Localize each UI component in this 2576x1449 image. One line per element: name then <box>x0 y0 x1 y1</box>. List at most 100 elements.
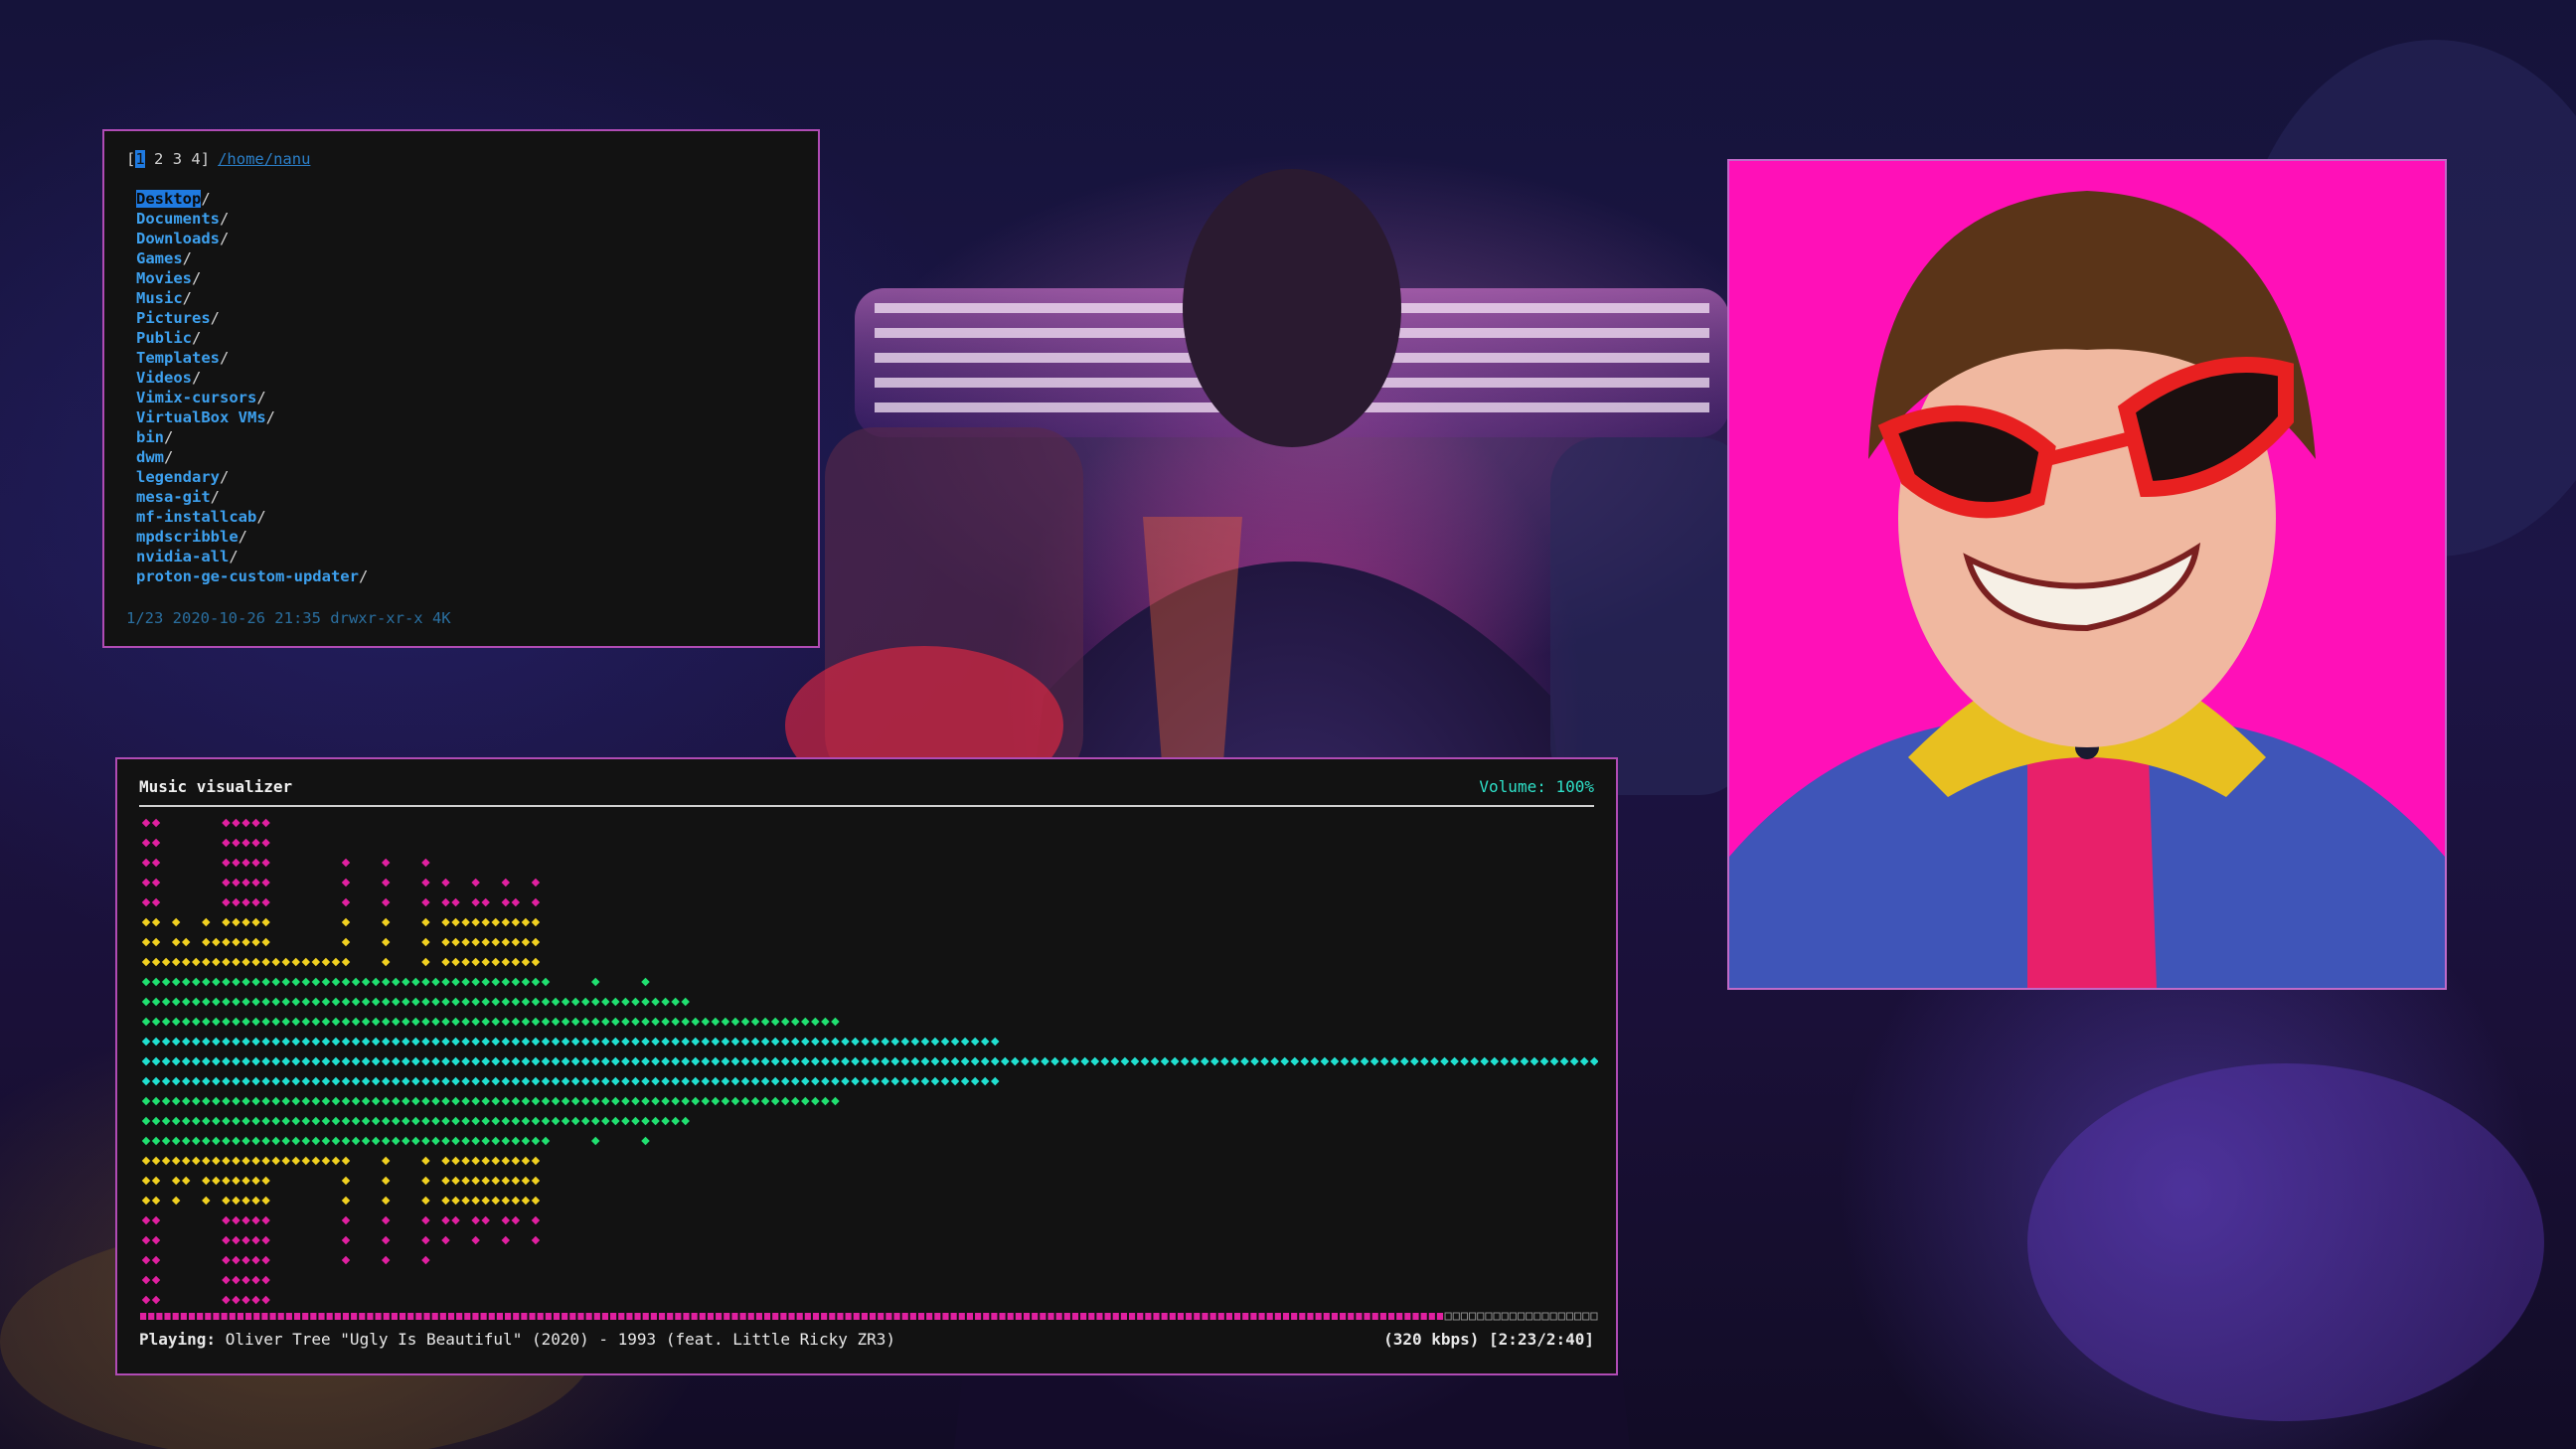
volume-indicator[interactable]: Volume: 100% <box>1479 777 1594 801</box>
directory-entry[interactable]: bin/ <box>136 427 796 447</box>
directory-entry[interactable]: Desktop/ <box>136 189 796 209</box>
spectrum-dot <box>381 1037 391 1046</box>
directory-entry[interactable]: Vimix-cursors/ <box>136 388 796 407</box>
directory-entry[interactable]: legendary/ <box>136 467 796 487</box>
tab-bar: [1 2 3 4]/home/nanu <box>126 150 311 168</box>
spectrum-dot <box>331 1136 341 1146</box>
progress-filled-cell <box>1063 1313 1070 1320</box>
progress-filled-cell <box>439 1313 446 1320</box>
spectrum-dot <box>481 1056 490 1066</box>
spectrum-dot <box>521 997 531 1007</box>
directory-entry[interactable]: Downloads/ <box>136 229 796 248</box>
spectrum-dot <box>402 1056 410 1066</box>
spectrum-dot <box>501 1176 511 1186</box>
spectrum-dot <box>501 897 511 907</box>
spectrum-dot <box>161 1136 171 1146</box>
spectrum-dot <box>192 1037 201 1046</box>
header-divider <box>139 805 1594 807</box>
directory-name: Desktop <box>136 190 202 208</box>
spectrum-dot <box>1260 1056 1269 1066</box>
spectrum-dot <box>671 997 680 1007</box>
progress-filled-cell <box>1145 1313 1152 1320</box>
directory-name: Downloads <box>136 230 220 247</box>
directory-entry[interactable]: Videos/ <box>136 368 796 388</box>
spectrum-dot <box>501 1215 511 1225</box>
playing-label: Playing: <box>139 1330 217 1349</box>
progress-bar[interactable] <box>139 1310 1598 1324</box>
spectrum-dot <box>621 1017 630 1027</box>
directory-entry[interactable]: VirtualBox VMs/ <box>136 407 796 427</box>
spectrum-dot <box>601 997 610 1007</box>
file-manager-window[interactable]: [1 2 3 4]/home/nanu Desktop/Documents/Do… <box>102 129 820 648</box>
spectrum-dot <box>681 997 690 1007</box>
spectrum-dot <box>621 997 630 1007</box>
spectrum-dot <box>232 818 241 828</box>
spectrum-dot <box>471 1176 480 1186</box>
directory-entry[interactable]: nvidia-all/ <box>136 547 796 566</box>
directory-entry[interactable]: proton-ge-custom-updater/ <box>136 566 796 586</box>
tab-2[interactable]: 2 <box>154 150 163 168</box>
spectrum-dot <box>511 1215 521 1225</box>
directory-entry[interactable]: Games/ <box>136 248 796 268</box>
current-path[interactable]: /home/nanu <box>218 150 310 168</box>
spectrum-dot <box>212 1116 221 1126</box>
spectrum-dot <box>232 858 241 868</box>
progress-filled-cell <box>156 1313 163 1320</box>
spectrum-dot <box>232 937 241 947</box>
spectrum-dot <box>641 1076 650 1086</box>
spectrum-dot <box>232 1136 241 1146</box>
spectrum-dot <box>402 1017 410 1027</box>
directory-entry[interactable]: Templates/ <box>136 348 796 368</box>
spectrum-dot <box>770 1096 780 1106</box>
progress-filled-cell <box>642 1313 649 1320</box>
spectrum-dot <box>151 1096 161 1106</box>
directory-entry[interactable]: Public/ <box>136 328 796 348</box>
spectrum-dot <box>242 1255 250 1265</box>
spectrum-dot <box>721 1056 730 1066</box>
spectrum-dot <box>232 1056 241 1066</box>
spectrum-dot <box>392 1017 401 1027</box>
spectrum-dot <box>661 1056 670 1066</box>
spectrum-dot <box>531 957 541 967</box>
spectrum-dot <box>491 937 500 947</box>
spectrum-dot <box>531 1056 541 1066</box>
progress-filled-cell <box>529 1313 536 1320</box>
tab-4[interactable]: 4 <box>191 150 200 168</box>
progress-filled-cell <box>861 1313 868 1320</box>
spectrum-dot <box>501 1056 511 1066</box>
spectrum-dot <box>212 1037 221 1046</box>
directory-entry[interactable]: Documents/ <box>136 209 796 229</box>
spectrum-dot <box>501 1196 511 1206</box>
directory-slash: / <box>210 488 220 506</box>
tab-1[interactable]: 1 <box>135 150 145 168</box>
directory-entry[interactable]: dwm/ <box>136 447 796 467</box>
spectrum-dot <box>740 1037 750 1046</box>
spectrum-dot <box>411 1017 420 1027</box>
directory-entry[interactable]: mpdscribble/ <box>136 527 796 547</box>
track-info: Oliver Tree "Ugly Is Beautiful" (2020) -… <box>225 1330 895 1349</box>
spectrum-dot <box>1470 1056 1479 1066</box>
directory-entry[interactable]: Movies/ <box>136 268 796 288</box>
directory-entry[interactable]: Pictures/ <box>136 308 796 328</box>
spectrum-dot <box>831 1076 840 1086</box>
spectrum-dot <box>212 1156 221 1166</box>
spectrum-dot <box>841 1056 850 1066</box>
directory-slash: / <box>192 269 202 287</box>
directory-entry[interactable]: mesa-git/ <box>136 487 796 507</box>
progress-filled-cell <box>545 1313 552 1320</box>
spectrum-dot <box>471 1096 480 1106</box>
spectrum-dot <box>251 1176 260 1186</box>
directory-entry[interactable]: Music/ <box>136 288 796 308</box>
spectrum-dot <box>331 997 341 1007</box>
spectrum-dot <box>641 1096 650 1106</box>
music-visualizer-window[interactable]: Music visualizer Volume: 100% Playing: O… <box>115 757 1618 1375</box>
spectrum-dot <box>831 1096 840 1106</box>
spectrum-dot <box>421 897 430 907</box>
spectrum-dot <box>501 917 511 927</box>
progress-filled-cell <box>1128 1313 1136 1320</box>
spectrum-dot <box>471 917 480 927</box>
spectrum-dot <box>531 997 541 1007</box>
tab-3[interactable]: 3 <box>173 150 182 168</box>
directory-entry[interactable]: mf-installcab/ <box>136 507 796 527</box>
spectrum-dot <box>991 1076 1000 1086</box>
